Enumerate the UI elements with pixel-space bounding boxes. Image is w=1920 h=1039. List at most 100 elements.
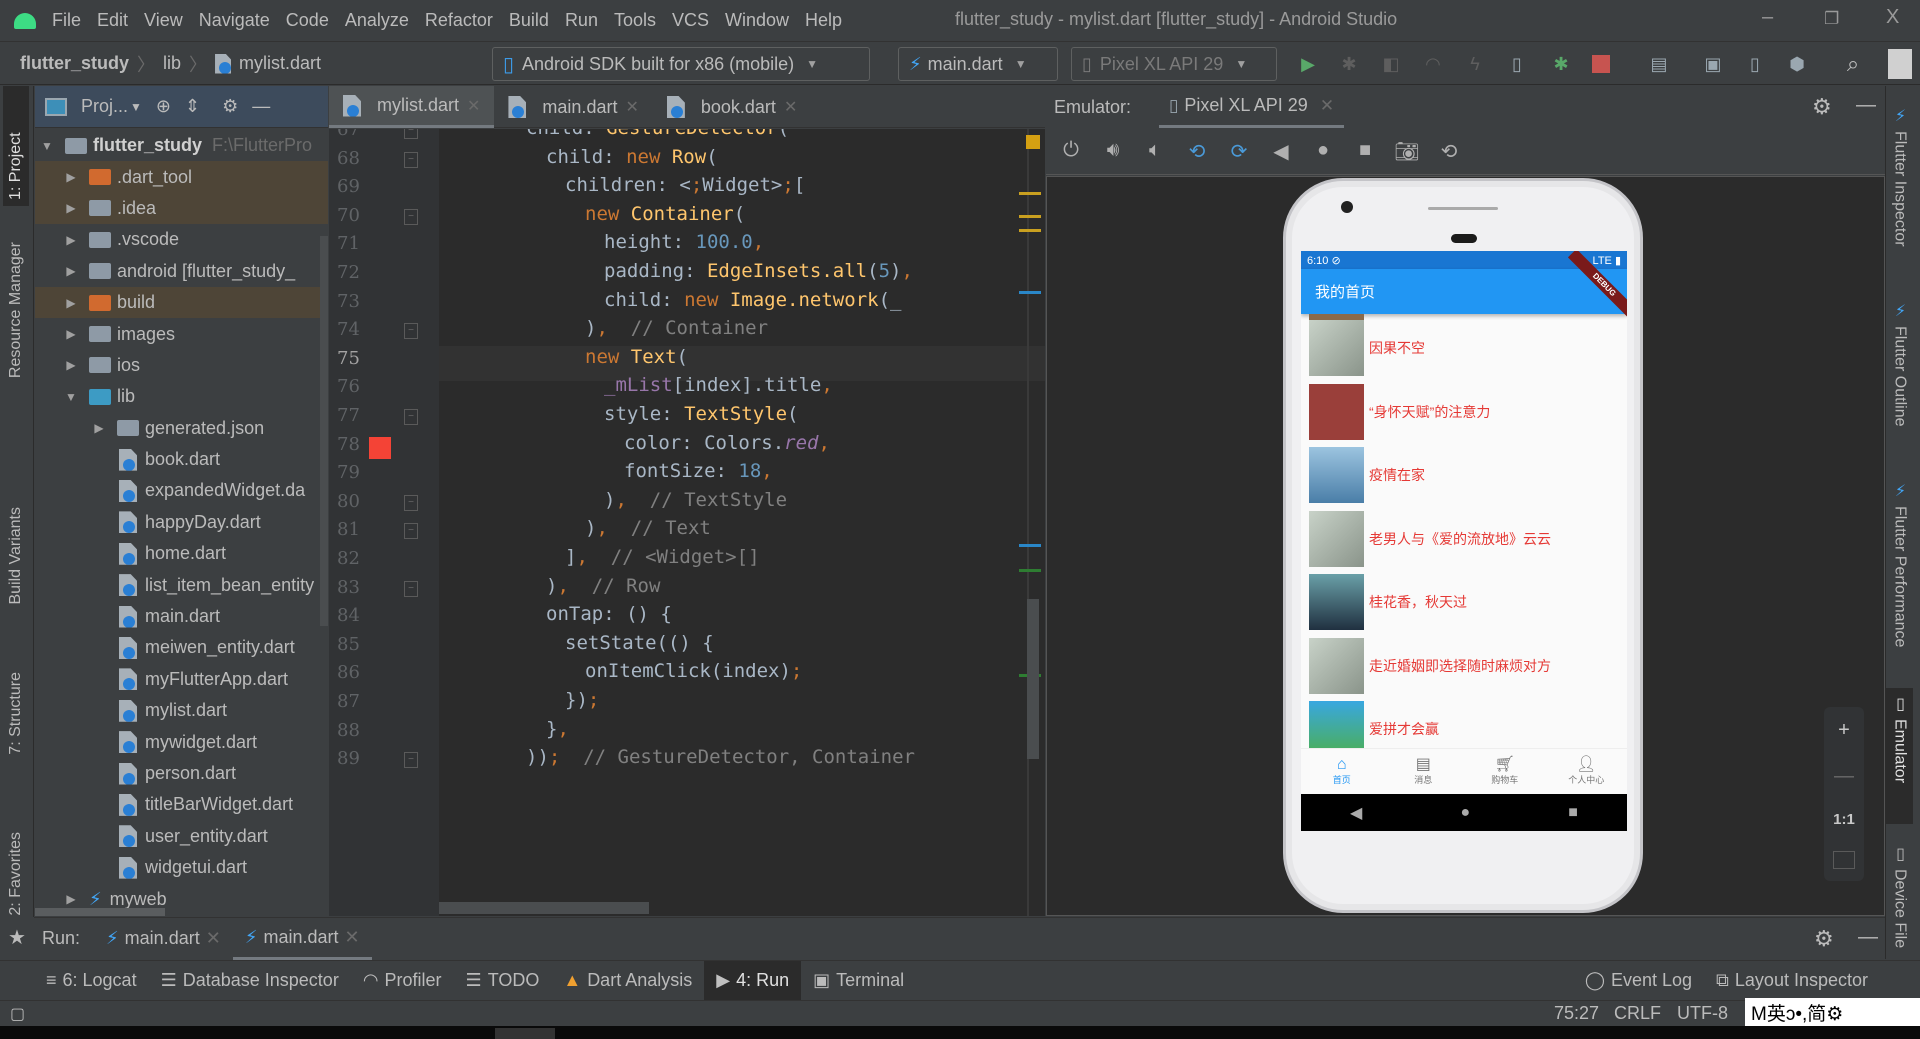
expand-arrow-icon[interactable]: ▶ (63, 264, 79, 278)
rotate-left-icon[interactable]: ⟲ (1184, 139, 1210, 165)
breakpoint-icon[interactable] (369, 436, 391, 459)
phone-screen[interactable]: 6:10 ⊘ LTE ▮ 我的首页 DEBUG 因果不空 “身怀天赋”的注意力 疫情… (1301, 251, 1627, 831)
run-icon[interactable]: ▶ (1297, 53, 1319, 75)
taskbar-item[interactable] (495, 1028, 555, 1039)
code-line[interactable]: ], // <Widget>[] (565, 546, 760, 568)
project-structure-icon[interactable]: ▤ (1648, 53, 1670, 75)
line-number[interactable]: 75 (337, 348, 360, 369)
line-number[interactable]: 88 (337, 720, 360, 741)
account-avatar[interactable] (1888, 49, 1912, 79)
expand-arrow-icon[interactable]: ▶ (63, 327, 79, 341)
locate-file-icon[interactable]: ⊕ (156, 96, 171, 117)
tool-tab-structure[interactable]: 7: Structure (3, 666, 29, 761)
code-line[interactable]: onItemClick(index); (585, 660, 802, 682)
code-line[interactable]: style: TextStyle( (604, 403, 798, 425)
close-tab-icon[interactable]: ✕ (625, 97, 638, 117)
expand-arrow-icon[interactable]: ▶ (63, 201, 79, 215)
device-selector[interactable]: ▯ Android SDK built for x86 (mobile) ▼ (492, 47, 870, 81)
debug-icon[interactable]: ✱ (1338, 53, 1360, 75)
menu-analyze[interactable]: Analyze (337, 10, 417, 31)
volume-down-icon[interactable]: 🔈︎ (1142, 139, 1168, 165)
avd-manager-icon[interactable]: ▯ (1744, 53, 1766, 75)
tool-tab-favorites[interactable]: 2: Favorites (3, 826, 29, 922)
code-line[interactable]: ), // Container (585, 317, 768, 339)
code-line[interactable]: height: 100.0, (604, 231, 764, 253)
run-tab[interactable]: ⚡ main.dart ✕ (94, 918, 233, 960)
expand-arrow-icon[interactable]: ▶ (63, 358, 79, 372)
menu-file[interactable]: File (44, 10, 89, 31)
tool-tab-project[interactable]: 1: Project (3, 86, 29, 206)
line-number[interactable]: 76 (337, 376, 360, 397)
tool-window-run[interactable]: ▶ 4: Run (704, 960, 802, 1001)
expand-arrow-icon[interactable]: ▶ (91, 421, 107, 435)
hide-panel-icon[interactable]: — (1856, 94, 1876, 117)
tree-item[interactable]: main.dart (35, 601, 328, 632)
stop-icon[interactable] (1592, 55, 1610, 73)
code-line[interactable]: padding: EdgeInsets.all(5), (604, 260, 913, 282)
line-number[interactable]: 79 (337, 462, 360, 483)
profile-icon[interactable]: ◠ (1422, 53, 1444, 75)
menu-refactor[interactable]: Refactor (417, 10, 501, 31)
terminal-window-icon[interactable]: ▣ (1702, 53, 1724, 75)
apply-code-changes-icon[interactable]: ▯ (1506, 53, 1528, 75)
fold-marker-icon[interactable]: − (404, 323, 418, 340)
tree-item[interactable]: ▼ lib (35, 381, 328, 412)
code-editor[interactable]: 67 68 69 70 71 72 73 74 75 76 77 78 79 80 81 82 83 84 85 86… (329, 129, 1045, 916)
expand-arrow-icon[interactable]: ▼ (39, 139, 55, 153)
tree-item[interactable]: mywidget.dart (35, 726, 328, 757)
tool-window-profiler[interactable]: ◠ Profiler (351, 961, 454, 1001)
project-view-selector[interactable]: Proj... (81, 96, 128, 117)
editor-tab-main[interactable]: main.dart ✕ (494, 86, 652, 128)
minimize-button[interactable]: – (1762, 6, 1773, 29)
code-line[interactable]: ), // Text (585, 517, 711, 539)
settings-gear-icon[interactable]: ⚙ (222, 96, 238, 117)
editor-tab-mylist[interactable]: mylist.dart ✕ (329, 86, 495, 128)
list-item[interactable]: “身怀天赋”的注意力 (1309, 383, 1619, 440)
power-icon[interactable]: ⏻ (1058, 139, 1084, 165)
menu-code[interactable]: Code (278, 10, 337, 31)
tree-item[interactable]: ▶ .idea (35, 192, 328, 225)
tool-window-terminal[interactable]: ▣ Terminal (801, 961, 916, 1001)
expand-arrow-icon[interactable]: ▶ (63, 233, 79, 247)
code-line[interactable]: )); // GestureDetector, Container (526, 746, 915, 768)
fold-marker-icon[interactable]: − (404, 409, 418, 425)
fold-marker-icon[interactable]: − (404, 523, 418, 540)
expand-arrow-icon[interactable]: ▶ (63, 296, 79, 310)
tree-item[interactable]: ▶ build (35, 286, 328, 319)
screenshot-camera-icon[interactable]: 📷︎ (1394, 139, 1420, 165)
hide-panel-icon[interactable]: — (1858, 926, 1878, 949)
close-window-button[interactable]: X (1886, 6, 1899, 29)
menu-tools[interactable]: Tools (606, 10, 664, 31)
code-line[interactable]: ), // Row (546, 575, 660, 597)
fold-marker-icon[interactable]: − (404, 151, 418, 168)
line-number[interactable]: 78 (337, 434, 360, 455)
tool-tab-build-variants[interactable]: Build Variants (3, 501, 29, 611)
code-line[interactable]: child: new Row( (546, 146, 718, 168)
line-number[interactable]: 74 (337, 319, 360, 340)
fold-marker-icon[interactable]: − (404, 752, 418, 769)
collapse-all-icon[interactable]: ⇕ (185, 96, 200, 117)
editor-gutter[interactable]: 67 68 69 70 71 72 73 74 75 76 77 78 79 80 81 82 83 84 85 86… (329, 129, 439, 916)
android-recents-icon[interactable]: ■ (1568, 804, 1578, 822)
tool-window-database-inspector[interactable]: ☰ Database Inspector (149, 961, 351, 1001)
breadcrumb-file[interactable]: mylist.dart (239, 53, 321, 74)
code-line[interactable]: }); (565, 689, 599, 711)
home-icon[interactable]: ● (1310, 139, 1336, 165)
line-number[interactable]: 89 (337, 748, 360, 769)
fold-marker-icon[interactable]: − (404, 580, 418, 597)
code-line[interactable]: onTap: () { (546, 603, 672, 625)
fold-marker-icon[interactable]: − (404, 129, 418, 139)
menu-view[interactable]: View (136, 10, 191, 31)
line-number[interactable]: 69 (337, 176, 360, 197)
hide-panel-icon[interactable]: — (252, 96, 270, 117)
editor-vertical-scrollbar[interactable] (1027, 599, 1039, 759)
bottom-nav-profile[interactable]: 👤︎ 个人中心 (1546, 749, 1628, 794)
editor-horizontal-scrollbar[interactable] (439, 902, 649, 914)
tree-item[interactable]: ▶ android [flutter_study_ (35, 256, 328, 287)
code-line[interactable]: new Container( (585, 203, 745, 225)
sdk-manager-icon[interactable]: ⬢ (1786, 53, 1808, 75)
fit-screen-icon[interactable] (1833, 851, 1855, 870)
overview-icon[interactable]: ■ (1352, 139, 1378, 165)
tree-item[interactable]: mylist.dart (35, 695, 328, 726)
menu-build[interactable]: Build (501, 10, 557, 31)
